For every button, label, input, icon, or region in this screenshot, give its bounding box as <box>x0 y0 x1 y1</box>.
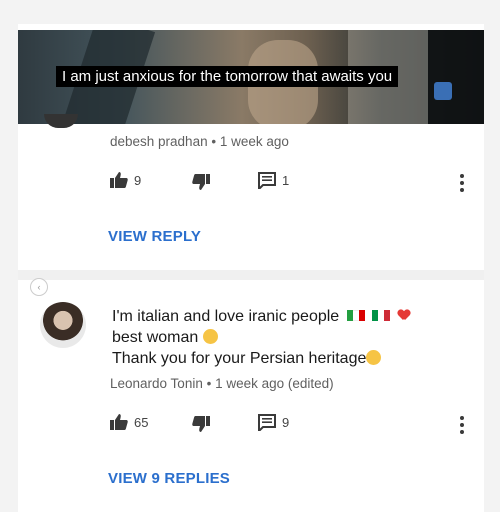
reply-button[interactable]: 9 <box>258 414 289 431</box>
comment-time: 1 week ago (edited) <box>215 376 334 391</box>
thumbs-down-icon <box>192 174 210 190</box>
more-vert-icon[interactable] <box>460 174 464 192</box>
iran-flag-icon <box>346 306 365 321</box>
comment-time: 1 week ago <box>219 134 289 149</box>
red-heart-icon <box>398 310 410 321</box>
video-thumbnail[interactable]: I am just anxious for the tomorrow that … <box>18 30 484 124</box>
comment-actions: 9 1 <box>110 172 480 192</box>
like-button[interactable]: 9 <box>110 172 141 188</box>
reply-count: 9 <box>282 415 290 430</box>
divider <box>18 270 484 280</box>
meta-separator: • <box>206 376 212 391</box>
view-reply-link[interactable]: VIEW REPLY <box>108 228 201 245</box>
comment-line-text: Thank you for your Persian heritage <box>112 350 367 367</box>
view-replies-link[interactable]: VIEW 9 REPLIES <box>108 470 230 487</box>
comment-author[interactable]: debesh pradhan <box>110 134 208 149</box>
thumbs-down-icon <box>192 416 210 432</box>
heart-eyes-emoji-icon <box>202 329 218 344</box>
thumbs-up-icon <box>110 414 128 430</box>
channel-logo-icon <box>434 82 452 100</box>
comment-actions: 65 9 <box>110 414 480 434</box>
italy-flag-icon <box>372 306 391 321</box>
reply-button[interactable]: 1 <box>258 172 289 189</box>
comment-meta: debesh pradhan • 1 week ago <box>110 134 289 149</box>
dislike-button[interactable] <box>192 416 210 432</box>
comment-line-text: I'm italian and love iranic people <box>112 308 340 325</box>
comment-icon <box>258 414 276 431</box>
avatar[interactable] <box>40 302 86 348</box>
like-count: 9 <box>134 172 142 188</box>
meta-separator: • <box>211 134 217 149</box>
thumbnail-shape <box>428 30 484 124</box>
more-vert-icon[interactable] <box>460 416 464 434</box>
comment-line: I'm italian and love iranic people <box>112 306 410 327</box>
collapse-icon[interactable]: ‹ <box>30 278 48 296</box>
comment-text: I'm italian and love iranic people best … <box>112 306 410 369</box>
relieved-emoji-icon <box>366 350 382 365</box>
comment-icon <box>258 172 276 189</box>
avatar[interactable] <box>44 114 78 128</box>
video-caption: I am just anxious for the tomorrow that … <box>56 66 399 87</box>
comment-author[interactable]: Leonardo Tonin <box>110 376 203 391</box>
thumbs-up-icon <box>110 172 128 188</box>
like-button[interactable]: 65 <box>110 414 148 430</box>
reply-count: 1 <box>282 173 290 188</box>
like-count: 65 <box>134 414 149 430</box>
comment-line: best woman <box>112 327 410 348</box>
comments-panel: I am just anxious for the tomorrow that … <box>18 24 484 512</box>
comment-line: Thank you for your Persian heritage <box>112 348 410 369</box>
dislike-button[interactable] <box>192 174 210 190</box>
comment-meta: Leonardo Tonin • 1 week ago (edited) <box>110 376 334 391</box>
comment-line-text: best woman <box>112 329 199 346</box>
